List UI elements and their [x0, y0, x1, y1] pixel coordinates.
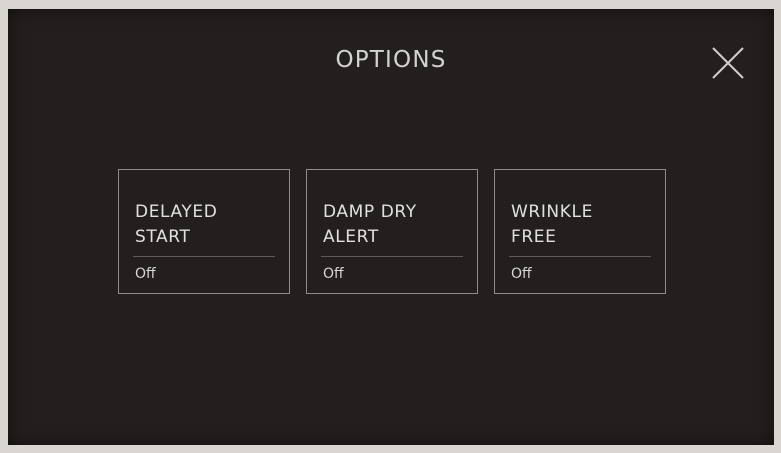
option-card-damp-dry-alert[interactable]: DAMP DRY ALERT Off	[306, 169, 478, 294]
option-label-line2: START	[135, 227, 191, 247]
option-card-wrinkle-free[interactable]: WRINKLE FREE Off	[494, 169, 666, 294]
options-screen: OPTIONS DELAYED START Off DAMP DRY ALERT…	[8, 9, 774, 445]
option-label: DAMP DRY ALERT	[323, 200, 463, 250]
option-label-line1: DELAYED	[135, 202, 218, 222]
close-button[interactable]	[708, 43, 748, 83]
option-label: DELAYED START	[135, 200, 275, 250]
option-value: Off	[511, 266, 532, 282]
option-label-line2: FREE	[511, 227, 557, 247]
option-label-line1: WRINKLE	[511, 202, 593, 222]
option-label: WRINKLE FREE	[511, 200, 651, 250]
option-label-line2: ALERT	[323, 227, 379, 247]
divider	[133, 256, 275, 257]
option-card-delayed-start[interactable]: DELAYED START Off	[118, 169, 290, 294]
option-value: Off	[135, 266, 156, 282]
close-x-icon	[712, 47, 744, 79]
option-value: Off	[323, 266, 344, 282]
divider	[509, 256, 651, 257]
page-title: OPTIONS	[335, 47, 447, 73]
option-label-line1: DAMP DRY	[323, 202, 417, 222]
divider	[321, 256, 463, 257]
